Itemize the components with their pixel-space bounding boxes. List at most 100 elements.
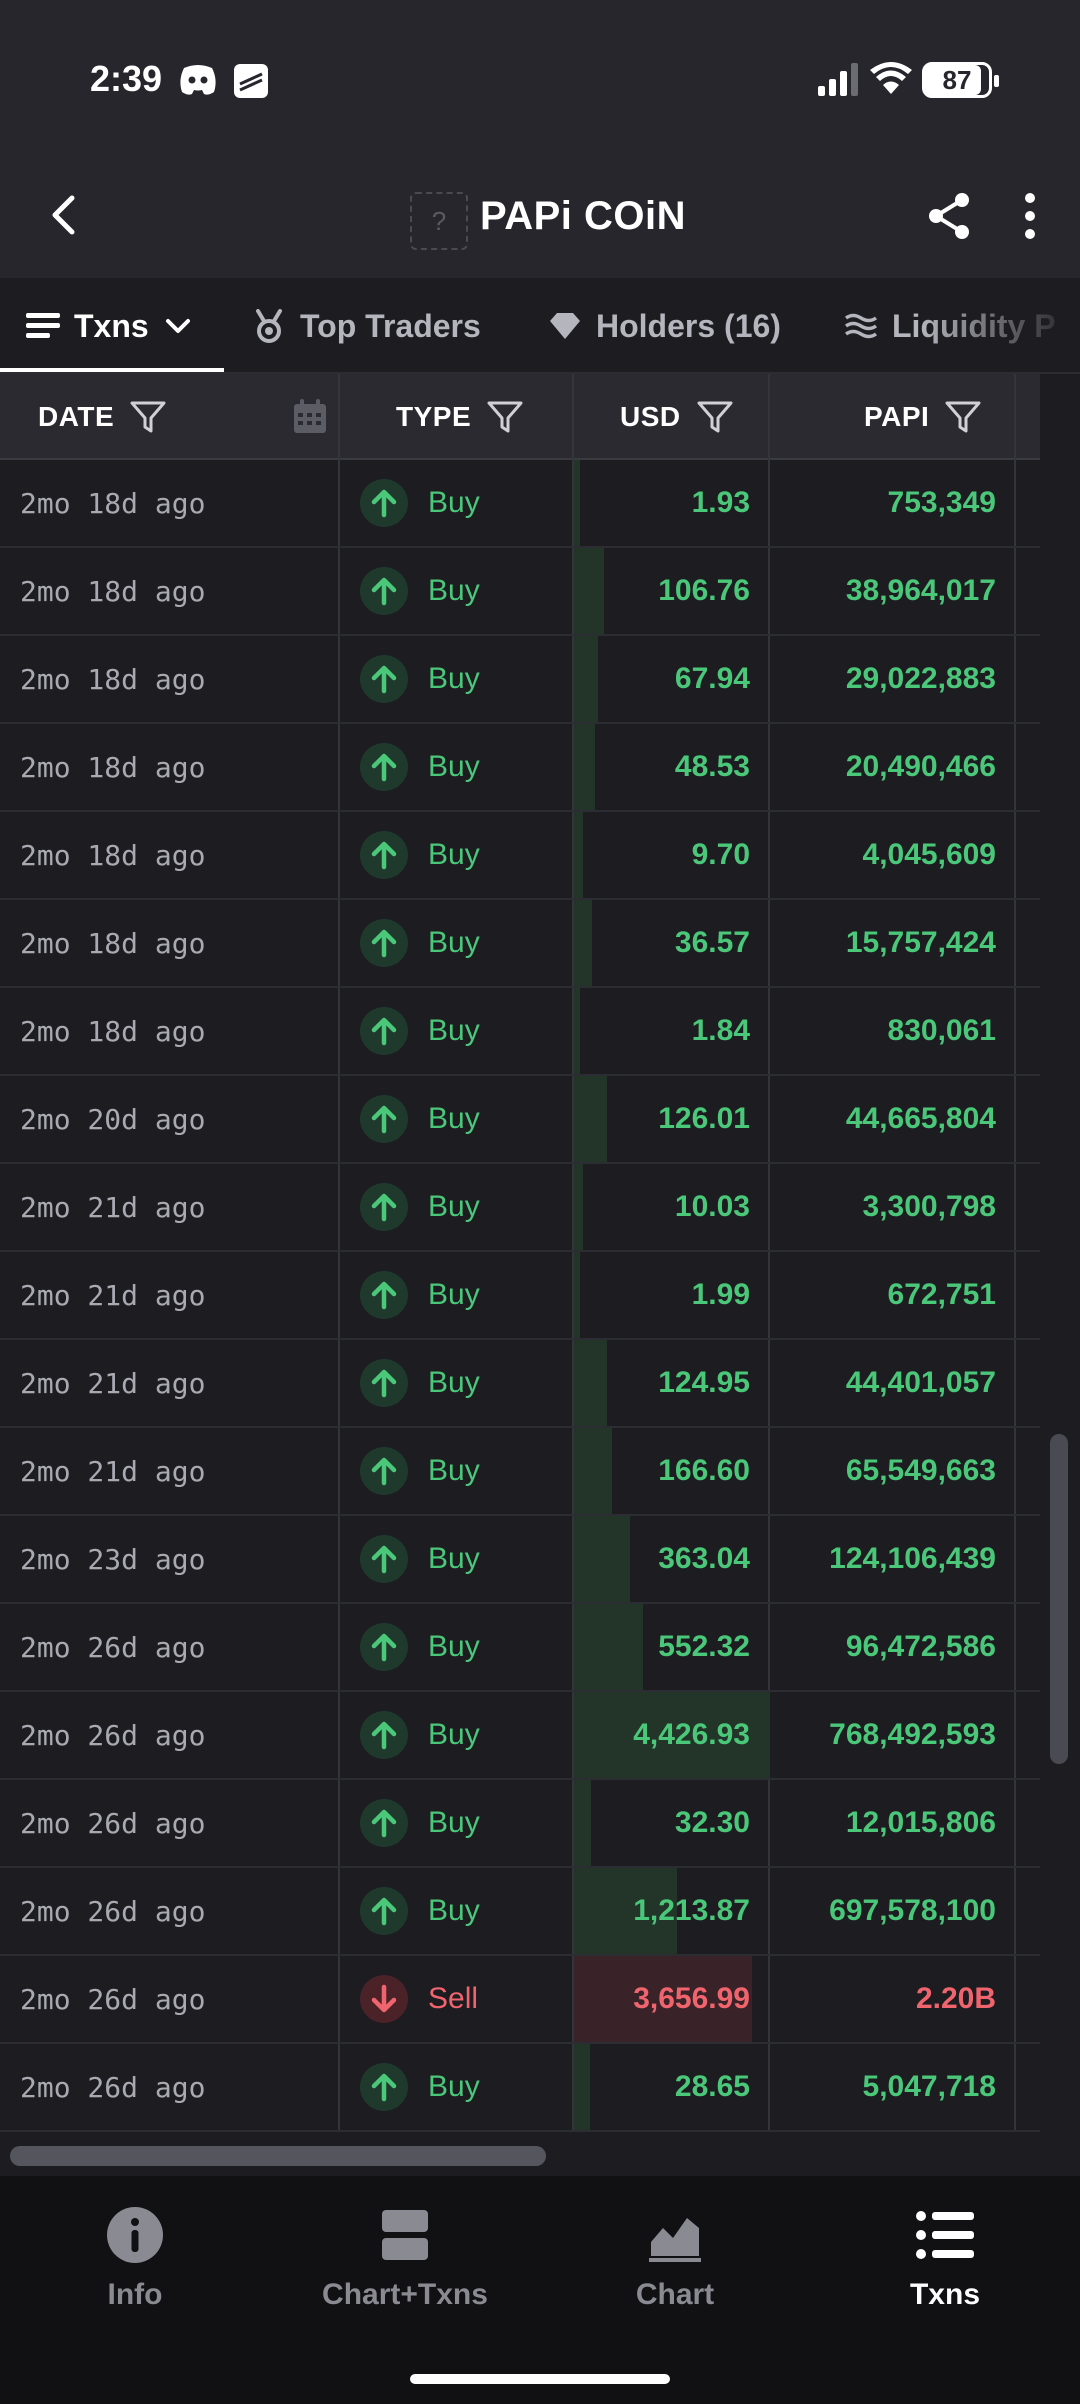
arrow-up-icon — [360, 1095, 408, 1143]
nav-info[interactable]: Info — [0, 2176, 270, 2346]
table-row[interactable]: 2mo 18d ago Buy 67.94 29,022,883 — [0, 636, 1040, 724]
filter-icon[interactable] — [945, 400, 981, 434]
column-divider — [338, 460, 340, 546]
token-logo: ? — [410, 192, 468, 250]
nav-chart-txns[interactable]: Chart+Txns — [270, 2176, 540, 2346]
tx-type: Buy — [360, 1604, 480, 1690]
column-divider — [338, 636, 340, 722]
table-row[interactable]: 2mo 21d ago Buy 1.99 672,751 — [0, 1252, 1040, 1340]
tx-type: Buy — [360, 1340, 480, 1426]
table-row[interactable]: 2mo 20d ago Buy 126.01 44,665,804 — [0, 1076, 1040, 1164]
tx-usd: 1.84 — [691, 1014, 750, 1047]
tx-type-label: Buy — [428, 1718, 480, 1751]
arrow-down-icon — [360, 1975, 408, 2023]
tx-date: 2mo 18d ago — [20, 1014, 206, 1048]
calendar-button[interactable] — [292, 374, 328, 460]
tx-date: 2mo 26d ago — [20, 1982, 206, 2016]
tx-papi: 4,045,609 — [862, 838, 996, 871]
column-divider — [572, 374, 574, 460]
vertical-scrollbar[interactable] — [1050, 1434, 1068, 1764]
filter-icon[interactable] — [697, 400, 733, 434]
table-row[interactable]: 2mo 26d ago Buy 4,426.93 768,492,593 — [0, 1692, 1040, 1780]
tab-holders[interactable]: Holders (16) — [548, 278, 781, 372]
column-divider — [338, 1956, 340, 2042]
nav-chart[interactable]: Chart — [540, 2176, 810, 2346]
table-row[interactable]: 2mo 26d ago Buy 1,213.87 697,578,100 — [0, 1868, 1040, 1956]
column-header-date[interactable]: DATE — [38, 374, 166, 460]
column-divider — [338, 1164, 340, 1250]
table-row[interactable]: 2mo 18d ago Buy 106.76 38,964,017 — [0, 548, 1040, 636]
split-view-icon — [382, 2210, 428, 2260]
column-header-papi-label: PAPI — [864, 401, 930, 432]
filter-icon[interactable] — [487, 400, 523, 434]
tx-type-label: Buy — [428, 1454, 480, 1487]
share-button[interactable] — [924, 190, 976, 242]
chart-icon — [649, 2218, 701, 2262]
column-divider — [338, 812, 340, 898]
table-row[interactable]: 2mo 21d ago Buy 10.03 3,300,798 — [0, 1164, 1040, 1252]
home-indicator[interactable] — [410, 2374, 670, 2384]
table-row[interactable]: 2mo 18d ago Buy 48.53 20,490,466 — [0, 724, 1040, 812]
table-row[interactable]: 2mo 26d ago Buy 28.65 5,047,718 — [0, 2044, 1040, 2132]
table-row[interactable]: 2mo 18d ago Buy 36.57 15,757,424 — [0, 900, 1040, 988]
column-header-usd[interactable]: USD — [620, 374, 733, 460]
tab-top-traders[interactable]: Top Traders — [252, 278, 481, 372]
token-logo-placeholder: ? — [431, 205, 447, 236]
back-icon — [52, 195, 75, 235]
column-divider — [338, 1076, 340, 1162]
filter-icon[interactable] — [130, 400, 166, 434]
tx-date: 2mo 26d ago — [20, 2070, 206, 2104]
table-row[interactable]: 2mo 26d ago Sell 3,656.99 2.20B — [0, 1956, 1040, 2044]
tx-type: Buy — [360, 1868, 480, 1954]
table-row[interactable]: 2mo 26d ago Buy 32.30 12,015,806 — [0, 1780, 1040, 1868]
tx-type-label: Buy — [428, 486, 480, 519]
list-icon — [916, 2211, 974, 2259]
table-row[interactable]: 2mo 18d ago Buy 1.84 830,061 — [0, 988, 1040, 1076]
app-header: ? PAPi COiN — [0, 150, 1080, 278]
arrow-up-icon — [360, 1447, 408, 1495]
nav-chart-label: Chart — [635, 2278, 715, 2311]
table-row[interactable]: 2mo 18d ago Buy 9.70 4,045,609 — [0, 812, 1040, 900]
tx-papi: 29,022,883 — [845, 662, 996, 695]
horizontal-scrollbar[interactable] — [10, 2146, 546, 2166]
column-divider — [338, 1252, 340, 1338]
tx-date: 2mo 26d ago — [20, 1894, 206, 1928]
table-row[interactable]: 2mo 26d ago Buy 552.32 96,472,586 — [0, 1604, 1040, 1692]
more-button[interactable] — [1010, 190, 1050, 242]
column-divider — [338, 1692, 340, 1778]
tx-usd: 363.04 — [658, 1542, 750, 1575]
arrow-up-icon — [360, 655, 408, 703]
nav-txns[interactable]: Txns — [810, 2176, 1080, 2346]
tx-papi: 697,578,100 — [829, 1894, 996, 1927]
tx-type: Buy — [360, 724, 480, 810]
tx-date: 2mo 21d ago — [20, 1366, 206, 1400]
column-divider — [338, 548, 340, 634]
tx-usd: 124.95 — [658, 1366, 750, 1399]
battery-percent: 87 — [942, 64, 972, 95]
tx-type: Buy — [360, 812, 480, 898]
back-button[interactable] — [40, 190, 90, 240]
column-header-date-label: DATE — [38, 401, 115, 432]
tx-papi: 44,401,057 — [845, 1366, 996, 1399]
column-divider — [338, 1428, 340, 1514]
table-row[interactable]: 2mo 21d ago Buy 166.60 65,549,663 — [0, 1428, 1040, 1516]
column-divider — [338, 1868, 340, 1954]
tx-type: Buy — [360, 1428, 480, 1514]
table-row[interactable]: 2mo 21d ago Buy 124.95 44,401,057 — [0, 1340, 1040, 1428]
calendar-icon — [294, 399, 326, 433]
table-row[interactable]: 2mo 18d ago Buy 1.93 753,349 — [0, 460, 1040, 548]
share-icon — [929, 193, 969, 239]
tx-type: Buy — [360, 1076, 480, 1162]
tx-type: Buy — [360, 636, 480, 722]
tx-papi: 3,300,798 — [862, 1190, 996, 1223]
column-header-papi[interactable]: PAPI — [864, 374, 981, 460]
column-divider — [338, 724, 340, 810]
tx-usd: 10.03 — [674, 1190, 750, 1223]
tab-txns[interactable]: Txns — [26, 278, 193, 372]
arrow-up-icon — [360, 1359, 408, 1407]
column-header-type[interactable]: TYPE — [396, 374, 523, 460]
tx-type-label: Buy — [428, 1190, 480, 1223]
tx-usd: 1.93 — [691, 486, 750, 519]
transactions-table: 2mo 18d ago Buy 1.93 753,349 2mo 18d ago Buy 1… — [0, 460, 1040, 2136]
table-row[interactable]: 2mo 23d ago Buy 363.04 124,106,439 — [0, 1516, 1040, 1604]
